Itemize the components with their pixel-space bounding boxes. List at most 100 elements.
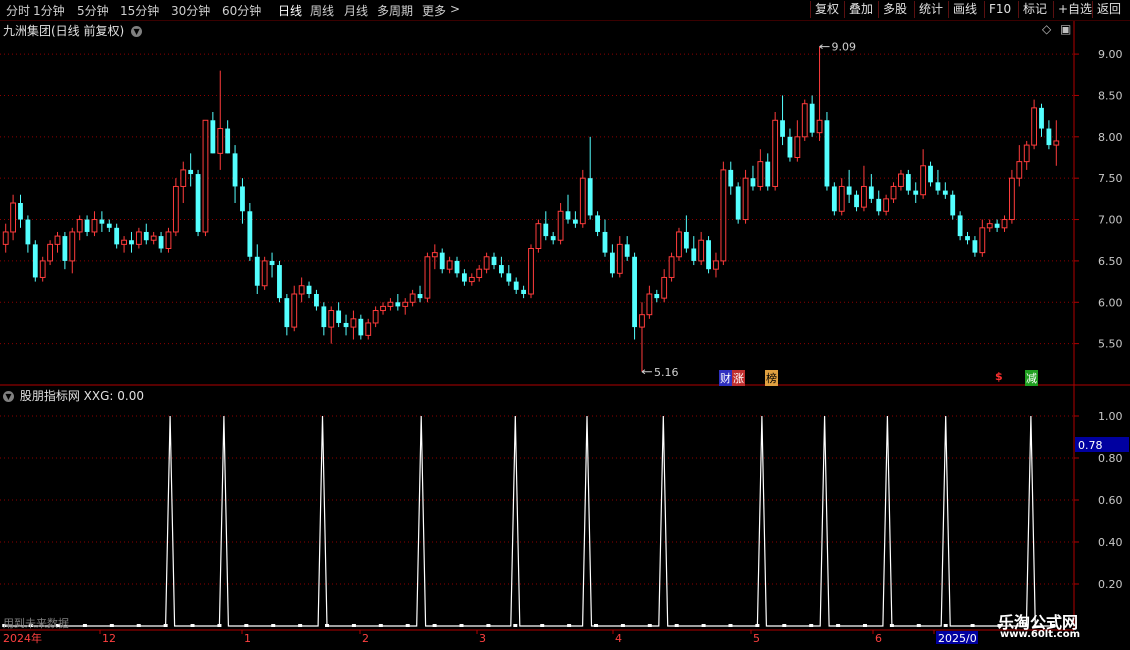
candle [521,285,527,299]
candle [506,265,512,286]
xxg-baseline-marker [109,624,114,627]
indicator-tick-label: 0.80 [1098,452,1123,465]
candle [343,314,349,336]
candle-body [180,169,187,187]
candle-body [816,119,823,134]
xxg-baseline-marker [540,624,545,627]
candle [624,236,630,261]
candle [47,240,53,266]
candle-body [18,203,23,220]
event-tag-rank[interactable]: 榜 [765,370,778,386]
candle [32,240,38,282]
xxg-series [2,415,1058,627]
candle-body [269,260,275,266]
candle-body [728,169,734,187]
candle [328,306,335,344]
candle-body [521,289,527,294]
xxg-baseline-marker [755,624,760,627]
candle-body [513,281,519,290]
candle [165,227,172,253]
candle-body [1001,219,1008,229]
candle-body [232,153,238,187]
candle-body [572,219,578,224]
candle [135,227,142,249]
date-label-dec: 12 [102,632,116,645]
candle-body [905,174,911,191]
candle-body [350,318,357,328]
indicator-current-value: 0.78 [1075,437,1129,452]
panel-toggle-icon[interactable]: ▣ [1060,22,1071,36]
chevron-down-icon[interactable]: ▼ [131,26,143,37]
xxg-baseline-marker [82,624,87,627]
candle [905,169,911,195]
candle-body [587,178,593,216]
candle [683,215,689,253]
candle [91,211,98,237]
event-tag-finance[interactable]: 财 [719,370,732,386]
candle [942,182,948,199]
chevron-down-icon[interactable]: ▼ [3,391,14,402]
candle-body [99,219,105,224]
xxg-baseline-marker [298,624,303,627]
candle [742,169,749,224]
price-axis-ticks: 5.50 6.00 6.50 7.00 7.50 8.00 8.50 9.00 [1074,48,1123,351]
candle [579,169,586,228]
indicator-grid [0,415,1074,585]
diamond-icon[interactable]: ◇ [1042,22,1051,36]
xxg-baseline-marker [620,624,625,627]
event-tag-dollar[interactable]: $ [995,370,1003,383]
xxg-baseline-marker [728,624,733,627]
candle-body [172,185,179,233]
xxg-baseline-marker [836,624,841,627]
candle-body [742,177,749,221]
candle [106,219,112,232]
candle [1001,215,1008,232]
chart-canvas[interactable]: 5.50 6.00 6.50 7.00 7.50 8.00 8.50 9.00 0.20 0.4… [0,0,1130,650]
xxg-baseline-marker [325,624,330,627]
candle-body [468,276,475,283]
candle [143,223,149,245]
candle [913,182,919,203]
candle-body [476,268,483,278]
candle-body [691,248,697,261]
candle-body [595,215,600,232]
candle-body [69,231,76,262]
candle-body [491,256,497,266]
candle-body [1046,128,1052,146]
indicator-panel-title-group: ▼ 股朋指标网 XXG: 0.00 [3,387,144,404]
candle-body [39,260,46,278]
xxg-baseline-marker [486,624,491,627]
candle-body [91,219,98,233]
xxg-baseline-marker [862,624,867,627]
candle [284,294,290,336]
xxg-line [4,415,1058,627]
candle-body [395,302,401,307]
candle [424,252,431,303]
candle [468,273,475,286]
xxg-baseline-marker [647,624,652,627]
candle [772,112,779,191]
candle [935,169,941,195]
candle-body [994,223,1000,228]
price-tick-label: 9.00 [1098,48,1123,61]
event-tag-limit-up[interactable]: 涨 [732,370,745,386]
candle [861,165,867,212]
date-label-jan: 1 [244,632,251,645]
candle [528,244,534,299]
candle-body [446,260,453,270]
candle [765,153,771,191]
candle-body [972,240,978,253]
indicator-title: 股朋指标网 XXG: 0.00 [19,389,144,403]
candle-body [624,244,630,257]
candle [483,252,490,274]
candle-body [668,256,675,278]
candle-body [920,165,927,196]
candle [868,174,874,203]
candle [409,289,416,307]
watermark-url: www.60lt.com [1000,629,1081,640]
candle-body [454,260,460,274]
candle-body [654,294,660,299]
event-tag-reduce[interactable]: 减 [1025,370,1038,386]
candle-body [306,285,312,294]
candle [121,236,127,253]
